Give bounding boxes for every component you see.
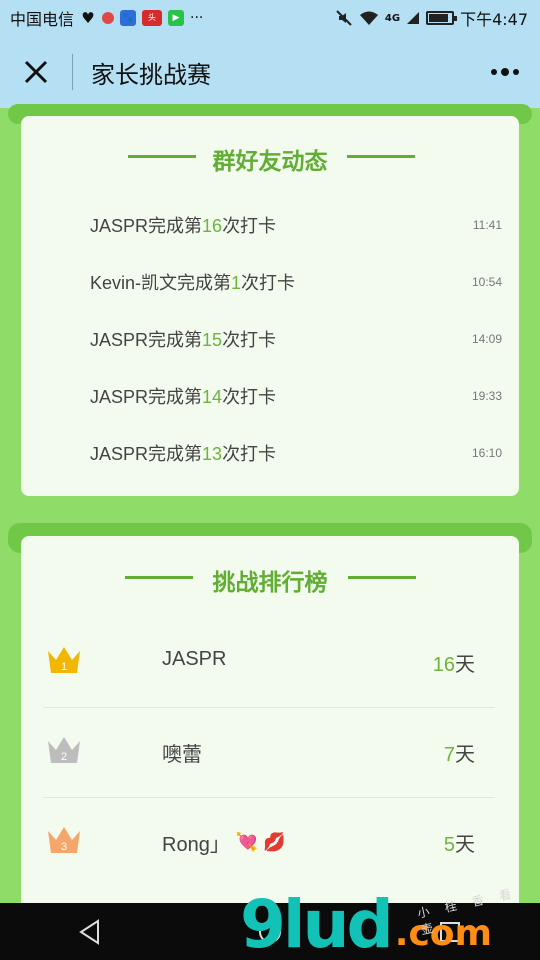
feed-item-text: JASPR完成第13次打卡	[90, 440, 276, 466]
feed-item[interactable]: JASPR完成第15次打卡 14:09	[90, 319, 502, 359]
rank-days-count: 16	[432, 654, 455, 676]
network-type-label: 4G	[384, 12, 401, 24]
feed-item-time: 16:10	[471, 446, 502, 460]
feed-item-text: Kevin-凯文完成第1次打卡	[90, 269, 295, 295]
feed-item-count: 15	[202, 330, 223, 350]
location-pin-icon	[102, 12, 115, 24]
page-title: 家长挑战赛	[91, 60, 211, 89]
carrier-label: 中国电信	[10, 10, 75, 29]
crown-rank-number: 2	[61, 751, 67, 763]
rank-days-unit: 天	[455, 834, 475, 856]
feed-item-suffix: 次打卡	[222, 216, 277, 236]
more-dot-icon	[501, 68, 509, 76]
rank-days-unit: 天	[455, 654, 475, 676]
mute-icon	[336, 10, 352, 26]
rank-row[interactable]: 2 噢蕾 7天	[43, 708, 495, 798]
rank-days: 7天	[444, 738, 475, 767]
rank-days-count: 7	[443, 744, 455, 766]
silver-crown-icon: 2	[48, 737, 80, 763]
rank-name: JASPR	[162, 648, 227, 670]
gold-crown-icon: 1	[48, 647, 80, 673]
feed-item-suffix: 次打卡	[222, 387, 277, 407]
feed-item[interactable]: JASPR完成第16次打卡 11:41	[90, 205, 502, 245]
feed-item-prefix: JASPR完成第	[90, 444, 203, 464]
title-divider	[72, 54, 73, 90]
feed-item-time: 14:09	[471, 332, 502, 346]
feed-item-prefix: JASPR完成第	[90, 330, 203, 350]
feed-card: 群好友动态 JASPR完成第16次打卡 11:41 Kevin-凯文完成第1次打…	[21, 116, 519, 496]
feed-item-prefix: JASPR完成第	[90, 387, 203, 407]
rank-row[interactable]: 3 Rong」 💘 💋 5天	[43, 798, 495, 888]
crown-rank-number: 1	[61, 661, 67, 673]
baidu-paw-icon: 🐾	[120, 10, 137, 26]
title-decoration-right	[348, 576, 416, 579]
rank-days: 16天	[433, 648, 475, 677]
more-notifications-icon: ···	[190, 10, 204, 26]
feed-item-time: 10:54	[471, 275, 502, 289]
feed-item-suffix: 次打卡	[222, 330, 277, 350]
feed-item-count: 16	[202, 216, 223, 236]
feed-item-count: 13	[202, 444, 223, 464]
feed-section-title: 群好友动态	[212, 149, 328, 175]
video-app-icon: ▶	[168, 10, 185, 26]
battery-icon	[426, 11, 458, 25]
ranking-card: 挑战排行榜 1 JASPR 16天 2 噢蕾 7天 3 Rong」 💘 💋 5天	[21, 536, 519, 916]
close-button[interactable]	[0, 36, 72, 108]
back-triangle-icon	[79, 918, 99, 945]
close-icon	[24, 60, 48, 84]
crown-rank-number: 3	[61, 841, 67, 853]
signal-icon	[407, 12, 420, 24]
rank-name-emoji: 💘 💋	[235, 832, 286, 852]
title-bar: 家长挑战赛	[0, 36, 540, 108]
feed-item-prefix: JASPR完成第	[90, 216, 203, 236]
status-left: 中国电信 ♥ 🐾 头 ▶ ···	[10, 6, 203, 30]
feed-item-time: 19:33	[471, 389, 502, 403]
news-app-icon: 头	[142, 10, 163, 26]
feed-item[interactable]: Kevin-凯文完成第1次打卡 10:54	[90, 262, 502, 302]
more-dot-icon	[513, 69, 519, 75]
rank-name: 噢蕾	[162, 744, 202, 766]
back-button[interactable]	[60, 903, 120, 960]
feed-item-prefix: Kevin-凯文完成第	[90, 273, 232, 293]
wifi-icon	[359, 11, 378, 25]
status-bar: 中国电信 ♥ 🐾 头 ▶ ··· 4G 下午4:47	[0, 0, 540, 36]
feed-item-suffix: 次打卡	[222, 444, 277, 464]
more-options-button[interactable]	[484, 52, 526, 92]
title-decoration-right	[347, 155, 415, 158]
status-right: 4G 下午4:47	[335, 6, 528, 30]
feed-item-time: 11:41	[472, 218, 502, 232]
feed-item-text: JASPR完成第15次打卡	[90, 326, 276, 352]
feed-item-text: JASPR完成第14次打卡	[90, 383, 276, 409]
clock-label: 下午4:47	[460, 10, 528, 29]
rank-name: Rong」 💘 💋	[162, 828, 286, 857]
watermark-brand: 9lud	[240, 886, 394, 960]
feed-item-text: JASPR完成第16次打卡	[90, 212, 276, 238]
feed-item[interactable]: JASPR完成第13次打卡 16:10	[90, 433, 502, 473]
health-icon: ♥	[81, 9, 95, 27]
rank-name-text: Rong」	[162, 834, 230, 856]
feed-item-count: 14	[202, 387, 223, 407]
rank-days-count: 5	[443, 834, 455, 856]
ranking-section-title: 挑战排行榜	[212, 570, 328, 596]
rank-days: 5天	[444, 828, 475, 857]
bronze-crown-icon: 3	[48, 827, 80, 853]
feed-item-count: 1	[231, 273, 242, 293]
feed-item-suffix: 次打卡	[241, 273, 296, 293]
feed-item[interactable]: JASPR完成第14次打卡 19:33	[90, 376, 502, 416]
more-dot-icon	[491, 69, 497, 75]
rank-row[interactable]: 1 JASPR 16天	[43, 618, 495, 708]
rank-days-unit: 天	[455, 744, 475, 766]
